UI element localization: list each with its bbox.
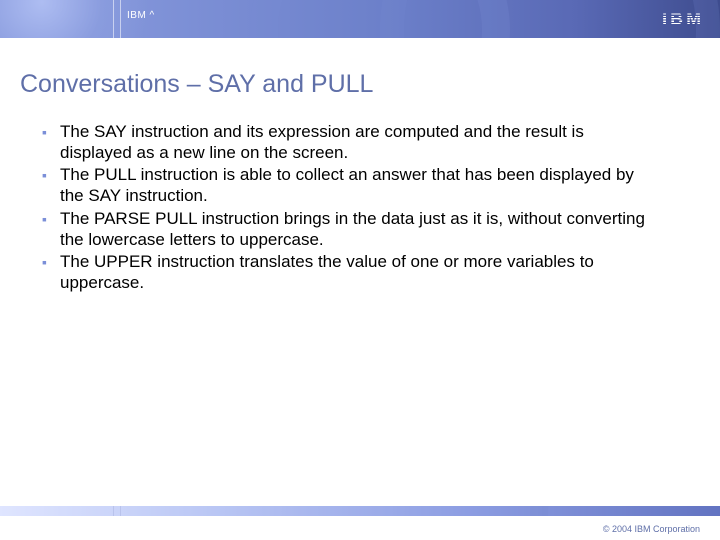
slide-title: Conversations – SAY and PULL <box>20 70 373 99</box>
copyright-text: © 2004 IBM Corporation <box>603 524 700 534</box>
bullet-list: The SAY instruction and its expression a… <box>42 122 657 296</box>
ring-graphic <box>530 506 720 516</box>
list-item: The PULL instruction is able to collect … <box>42 165 657 206</box>
divider <box>113 506 114 516</box>
divider <box>120 0 121 38</box>
footer-band <box>0 506 720 516</box>
ibm-logo: IBM <box>662 11 704 29</box>
list-item: The PARSE PULL instruction brings in the… <box>42 209 657 250</box>
brand-label: IBM ^ <box>127 10 155 21</box>
list-item: The SAY instruction and its expression a… <box>42 122 657 163</box>
header-banner: IBM ^ IBM <box>0 0 720 38</box>
divider <box>120 506 121 516</box>
slide: IBM ^ IBM Conversations – SAY and PULL T… <box>0 0 720 540</box>
list-item: The UPPER instruction translates the val… <box>42 252 657 293</box>
divider <box>113 0 114 38</box>
